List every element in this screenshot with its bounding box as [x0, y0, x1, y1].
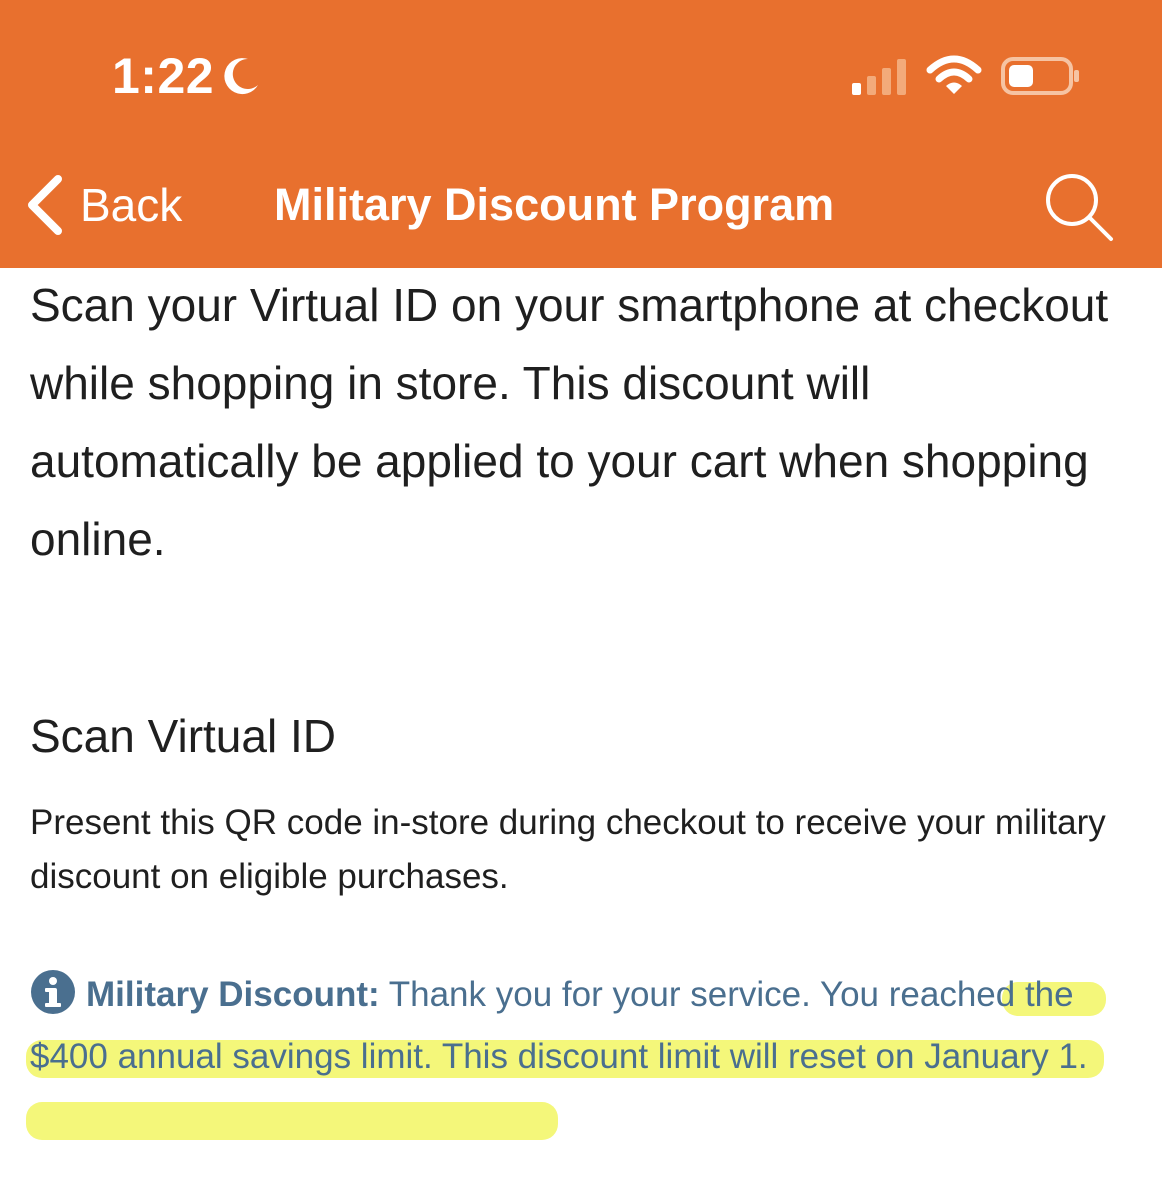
wifi-icon [926, 55, 982, 94]
chevron-left-icon [28, 175, 62, 235]
status-time-label: 1:22 [112, 48, 215, 104]
moon-icon [224, 58, 259, 95]
page-title: Military Discount Program [274, 179, 835, 230]
military-discount-notice: Military Discount: Thank you for your se… [26, 964, 1110, 1140]
section-title: Scan Virtual ID [30, 710, 336, 762]
section-description: Present this QR code in-store during che… [30, 803, 1106, 896]
cellular-signal-icon [852, 59, 906, 95]
back-label: Back [80, 179, 183, 231]
info-icon [31, 970, 75, 1014]
back-button[interactable]: Back [22, 170, 182, 240]
app-header: 1:22 Back Military Discount Program [0, 0, 1162, 268]
intro-text: Scan your Virtual ID on your smartphone … [30, 279, 1109, 565]
search-icon[interactable] [1042, 170, 1116, 244]
battery-icon [1001, 57, 1079, 95]
status-time: 1:22 [112, 44, 262, 108]
notice-label: Military Discount: [86, 975, 380, 1014]
